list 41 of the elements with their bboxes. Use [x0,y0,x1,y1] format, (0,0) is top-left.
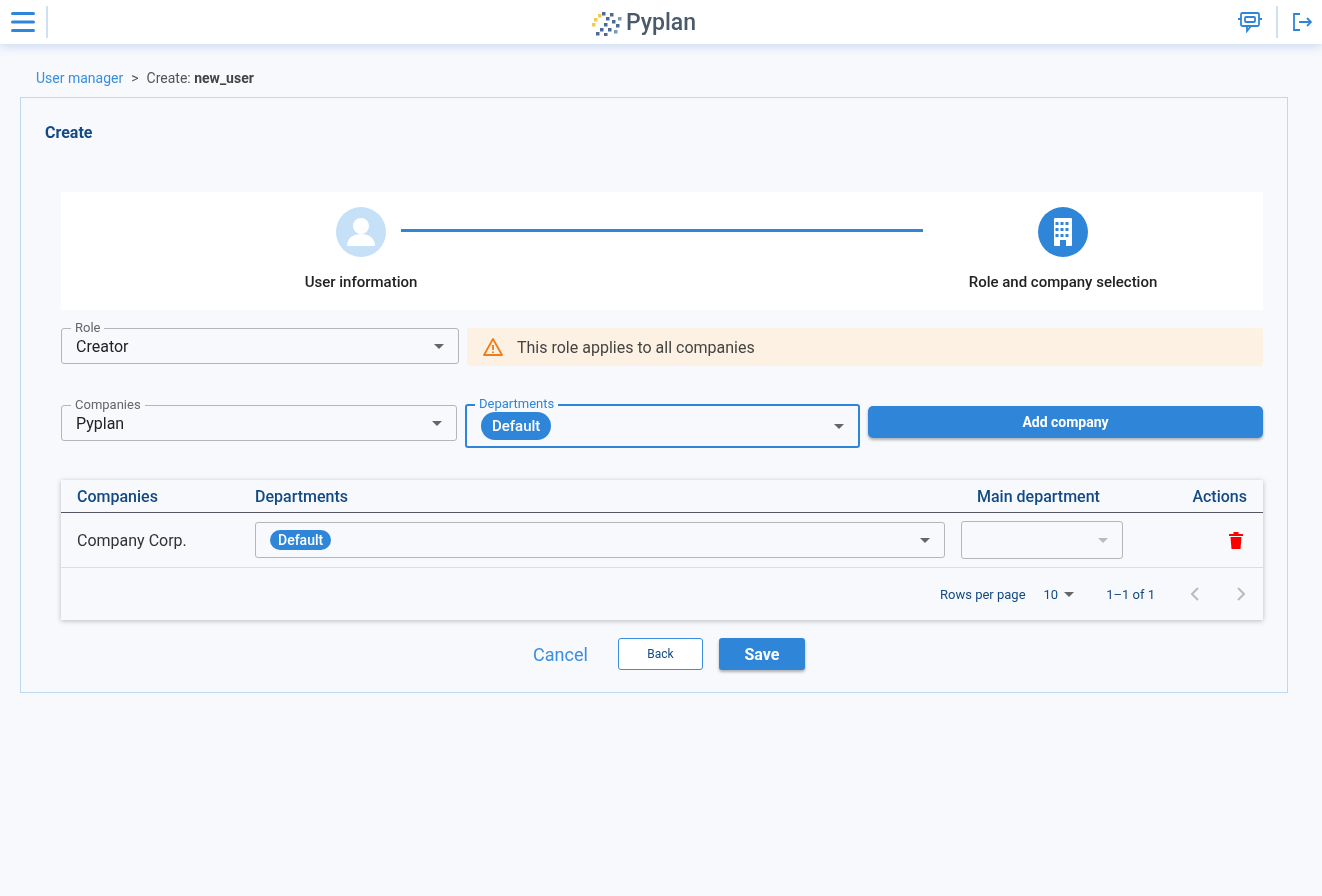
logout-icon [1292,12,1312,32]
breadcrumb-current: Create: new_user [146,70,254,86]
column-header: Departments [254,486,349,506]
rows-per-page-select[interactable]: 10 [1043,586,1089,602]
departments-select[interactable]: Default [255,522,945,558]
caret-icon [834,423,844,429]
chevron-right-icon [1237,587,1245,601]
save-button[interactable]: Save [718,638,805,670]
warning-icon [483,338,503,356]
column-header: Main department [976,486,1101,506]
chat-bot-button[interactable] [1238,11,1262,33]
menu-icon [11,12,35,32]
rows-per-page-label: Rows per page [940,586,1026,602]
trash-icon [1229,531,1243,549]
logout-button[interactable] [1292,12,1312,32]
caret-icon [434,343,444,349]
company-cell-text: Company Corp. [76,530,188,550]
logo-text: Pyplan [625,8,697,36]
caret-icon [920,537,930,543]
caret-icon [1098,537,1108,543]
breadcrumb-separator: > [131,70,139,86]
chevron-left-icon [1191,587,1199,601]
column-header: Actions [1191,486,1248,506]
chat-bot-icon [1238,11,1262,33]
panel-title: Create [45,123,94,142]
breadcrumb-link[interactable]: User manager [36,70,124,86]
menu-button[interactable] [11,12,35,32]
department-chip[interactable]: Default [481,412,552,440]
main-department-select[interactable] [961,521,1123,559]
step-label: Role and company selection [968,273,1158,291]
caret-icon [1064,591,1075,597]
column-header: Companies [76,486,159,506]
page-range: 1–1 of 1 [1106,586,1155,602]
delete-button[interactable] [1229,531,1243,549]
alert-text: This role applies to all companies [517,337,755,357]
cancel-button[interactable]: Cancel [519,643,602,665]
back-button[interactable]: Back [617,638,703,670]
department-chip[interactable]: Default [270,530,332,550]
caret-icon [432,420,442,426]
add-company-button[interactable]: Add company [868,406,1263,438]
step-label: User information [304,273,418,291]
